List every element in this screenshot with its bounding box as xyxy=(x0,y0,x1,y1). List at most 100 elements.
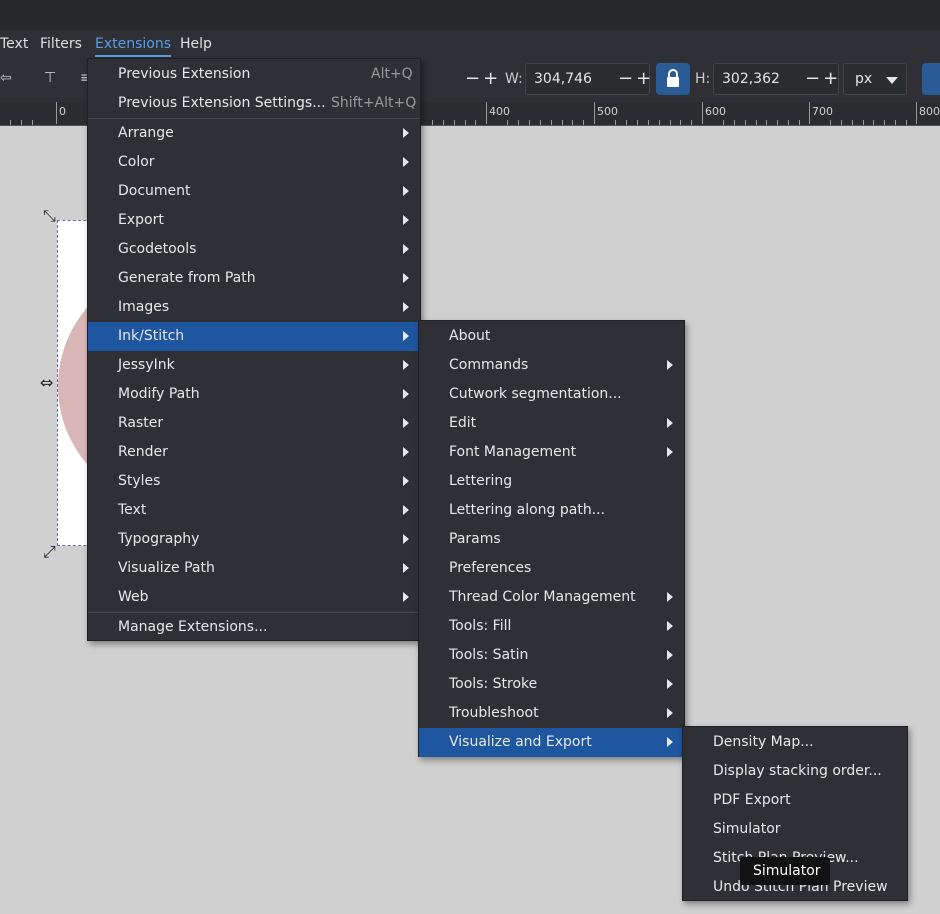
ruler-label: 0 xyxy=(59,105,66,118)
menu-item-images[interactable]: Images xyxy=(88,293,420,322)
ruler-label: 600 xyxy=(705,105,726,118)
menu-item-label: Density Map... xyxy=(713,734,814,750)
menu-item-preferences[interactable]: Preferences xyxy=(419,554,684,583)
menu-item-render[interactable]: Render xyxy=(88,438,420,467)
height-stepper[interactable]: −+ xyxy=(805,68,841,89)
height-value: 302,362 xyxy=(722,71,780,87)
menu-item-thread-color-management[interactable]: Thread Color Management xyxy=(419,583,684,612)
resize-handle-icon[interactable]: ⤡ xyxy=(43,206,56,226)
menu-item-label: Manage Extensions... xyxy=(118,619,268,635)
menu-item-label: Modify Path xyxy=(118,386,200,402)
menu-item-label: Troubleshoot xyxy=(449,705,539,721)
menu-item-label: Gcodetools xyxy=(118,241,197,257)
unit-value: px xyxy=(855,71,873,87)
menu-item-tools-fill[interactable]: Tools: Fill xyxy=(419,612,684,641)
lock-ratio-button[interactable] xyxy=(656,63,690,95)
menu-item-label: Typography xyxy=(118,531,200,547)
menu-item-commands[interactable]: Commands xyxy=(419,351,684,380)
menu-item-label: Thread Color Management xyxy=(449,589,636,605)
align-top-icon[interactable]: ⊤ xyxy=(44,70,56,86)
submenu-arrow-icon xyxy=(403,563,409,573)
menu-item-tools-stroke[interactable]: Tools: Stroke xyxy=(419,670,684,699)
menu-item-label: PDF Export xyxy=(713,792,791,808)
menu-item-label: Tools: Satin xyxy=(449,647,529,663)
menu-item-label: Font Management xyxy=(449,444,577,460)
menu-item-label: Tools: Stroke xyxy=(449,676,538,692)
menu-item-label: Images xyxy=(118,299,170,315)
submenu-arrow-icon xyxy=(403,447,409,457)
menu-item-jessyink[interactable]: JessyInk xyxy=(88,351,420,380)
menu-item-color[interactable]: Color xyxy=(88,148,420,177)
menu-text[interactable]: Text xyxy=(0,36,28,52)
submenu-arrow-icon xyxy=(667,592,673,602)
submenu-arrow-icon xyxy=(403,331,409,341)
menu-item-gcodetools[interactable]: Gcodetools xyxy=(88,235,420,264)
toolbar-overflow-button[interactable] xyxy=(922,63,940,95)
window-titlebar xyxy=(0,0,940,30)
submenu-arrow-icon xyxy=(403,534,409,544)
menu-item-text[interactable]: Text xyxy=(88,496,420,525)
tooltip-text: Simulator xyxy=(753,863,821,879)
inkstitch-submenu: About Commands Cutwork segmentation... E… xyxy=(418,320,685,757)
resize-handle-icon[interactable]: ⤢ xyxy=(43,542,56,562)
menu-item-label: Simulator xyxy=(713,821,781,837)
menu-item-label: Render xyxy=(118,444,168,460)
y-stepper[interactable]: −+ xyxy=(465,68,501,89)
menu-item-label: Commands xyxy=(449,357,529,373)
toolbar-edge-icon[interactable]: ⇦ xyxy=(0,70,12,86)
menu-item-inkstitch[interactable]: Ink/Stitch xyxy=(88,322,420,351)
menu-item-about[interactable]: About xyxy=(419,322,684,351)
menu-extensions[interactable]: Extensions xyxy=(95,36,171,52)
menu-item-label: Lettering xyxy=(449,473,513,489)
menu-item-previous-extension-settings[interactable]: Previous Extension Settings... Shift+Alt… xyxy=(88,89,420,118)
menu-item-label: Cutwork segmentation... xyxy=(449,386,622,402)
menu-item-tools-satin[interactable]: Tools: Satin xyxy=(419,641,684,670)
submenu-arrow-icon xyxy=(403,244,409,254)
submenu-arrow-icon xyxy=(403,157,409,167)
menu-help[interactable]: Help xyxy=(180,36,212,52)
menu-item-simulator[interactable]: Simulator xyxy=(683,815,907,844)
submenu-arrow-icon xyxy=(667,447,673,457)
menu-item-label: Tools: Fill xyxy=(449,618,512,634)
menu-item-lettering-along-path[interactable]: Lettering along path... xyxy=(419,496,684,525)
menu-item-label: Web xyxy=(118,589,149,605)
menu-item-styles[interactable]: Styles xyxy=(88,467,420,496)
resize-handle-icon[interactable]: ⇔ xyxy=(40,373,53,392)
menu-item-cutwork-segmentation[interactable]: Cutwork segmentation... xyxy=(419,380,684,409)
submenu-arrow-icon xyxy=(403,505,409,515)
menu-item-typography[interactable]: Typography xyxy=(88,525,420,554)
menu-item-raster[interactable]: Raster xyxy=(88,409,420,438)
menu-item-lettering[interactable]: Lettering xyxy=(419,467,684,496)
submenu-arrow-icon xyxy=(403,302,409,312)
menu-item-label: Document xyxy=(118,183,191,199)
menu-item-visualize-and-export[interactable]: Visualize and Export xyxy=(419,728,684,757)
unit-select[interactable]: px xyxy=(843,63,907,95)
menu-item-display-stacking-order[interactable]: Display stacking order... xyxy=(683,757,907,786)
menu-item-label: Export xyxy=(118,212,164,228)
menu-item-generate-from-path[interactable]: Generate from Path xyxy=(88,264,420,293)
width-stepper[interactable]: −+ xyxy=(618,68,654,89)
menu-item-density-map[interactable]: Density Map... xyxy=(683,728,907,757)
menu-item-font-management[interactable]: Font Management xyxy=(419,438,684,467)
menu-item-label: Visualize Path xyxy=(118,560,215,576)
menu-item-arrange[interactable]: Arrange xyxy=(88,119,420,148)
menu-item-label: Raster xyxy=(118,415,164,431)
menu-item-export[interactable]: Export xyxy=(88,206,420,235)
simulator-tooltip: Simulator xyxy=(740,857,830,885)
menu-item-label: JessyInk xyxy=(118,357,175,373)
menu-item-pdf-export[interactable]: PDF Export xyxy=(683,786,907,815)
menu-item-visualize-path[interactable]: Visualize Path xyxy=(88,554,420,583)
extensions-menu: Previous Extension Alt+Q Previous Extens… xyxy=(87,58,421,641)
menu-item-label: Params xyxy=(449,531,501,547)
menu-filters[interactable]: Filters xyxy=(40,36,82,52)
menu-item-web[interactable]: Web xyxy=(88,583,420,612)
shortcut-label: Alt+Q xyxy=(371,66,413,82)
menu-item-troubleshoot[interactable]: Troubleshoot xyxy=(419,699,684,728)
menu-item-manage-extensions[interactable]: Manage Extensions... xyxy=(88,613,420,642)
menu-item-document[interactable]: Document xyxy=(88,177,420,206)
menu-item-params[interactable]: Params xyxy=(419,525,684,554)
menu-item-edit[interactable]: Edit xyxy=(419,409,684,438)
menu-item-previous-extension[interactable]: Previous Extension Alt+Q xyxy=(88,60,420,89)
menu-item-label: Color xyxy=(118,154,155,170)
menu-item-modify-path[interactable]: Modify Path xyxy=(88,380,420,409)
